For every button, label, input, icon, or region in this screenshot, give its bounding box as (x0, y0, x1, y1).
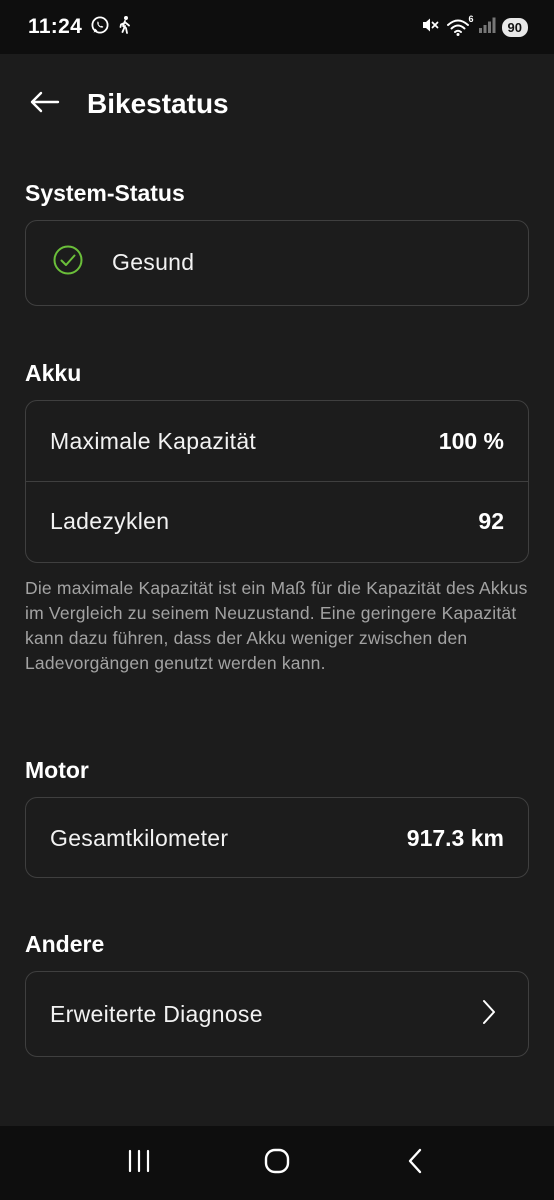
bikestatus-screen: 11:24 6 90 Bikestatus System-Status Gesu… (0, 0, 554, 1200)
max-capacity-label: Maximale Kapazität (50, 427, 257, 454)
total-km-label: Gesamtkilometer (50, 824, 229, 851)
whatsapp-icon (90, 15, 110, 40)
advanced-diagnosis-card[interactable]: Erweiterte Diagnose (25, 971, 529, 1057)
page-title: Bikestatus (87, 88, 229, 119)
walking-icon (118, 15, 132, 40)
recents-icon (126, 1149, 152, 1178)
system-status-card: Gesund (25, 220, 529, 306)
wifi-badge: 6 (468, 14, 474, 24)
battery-indicator: 90 (501, 17, 528, 37)
nav-back-button[interactable] (385, 1138, 445, 1188)
arrow-left-icon (28, 90, 60, 119)
charge-cycles-label: Ladezyklen (50, 508, 170, 534)
status-time: 11:24 (28, 15, 83, 38)
section-title-motor: Motor (25, 757, 89, 783)
total-km-value: 917.3 km (406, 824, 504, 851)
system-status-label: Gesund (112, 248, 195, 275)
app-header: Bikestatus (0, 80, 554, 128)
max-capacity-value: 100 % (438, 427, 504, 454)
motor-row-total-km: Gesamtkilometer 917.3 km (26, 798, 528, 878)
status-bar-left: 11:24 (28, 15, 132, 40)
home-button[interactable] (247, 1138, 307, 1188)
chevron-right-icon (482, 999, 496, 1030)
motor-card: Gesamtkilometer 917.3 km (25, 797, 529, 878)
signal-icon (478, 16, 496, 39)
home-icon (263, 1147, 291, 1180)
status-bar-right: 6 90 (420, 14, 528, 40)
section-title-battery: Akku (25, 360, 82, 386)
battery-row-max-capacity: Maximale Kapazität 100 % (26, 401, 528, 481)
advanced-diagnosis-row[interactable]: Erweiterte Diagnose (26, 972, 528, 1056)
status-bar: 11:24 6 90 (0, 0, 554, 54)
back-icon (406, 1147, 424, 1180)
system-nav-bar (0, 1126, 554, 1200)
recents-button[interactable] (109, 1138, 169, 1188)
section-title-other: Andere (25, 931, 105, 957)
mute-icon (420, 15, 440, 40)
back-button[interactable] (26, 86, 62, 122)
wifi-icon: 6 (446, 14, 474, 37)
advanced-diagnosis-label: Erweiterte Diagnose (50, 1000, 263, 1027)
battery-card: Maximale Kapazität 100 % Ladezyklen 92 (25, 400, 529, 563)
battery-hint-text: Die maximale Kapazität ist ein Maß für d… (25, 578, 528, 673)
section-title-system-status: System-Status (25, 180, 185, 206)
battery-row-charge-cycles: Ladezyklen 92 (26, 481, 528, 561)
charge-cycles-value: 92 (478, 508, 504, 534)
system-status-row: Gesund (26, 221, 528, 303)
check-circle-icon (52, 244, 84, 281)
